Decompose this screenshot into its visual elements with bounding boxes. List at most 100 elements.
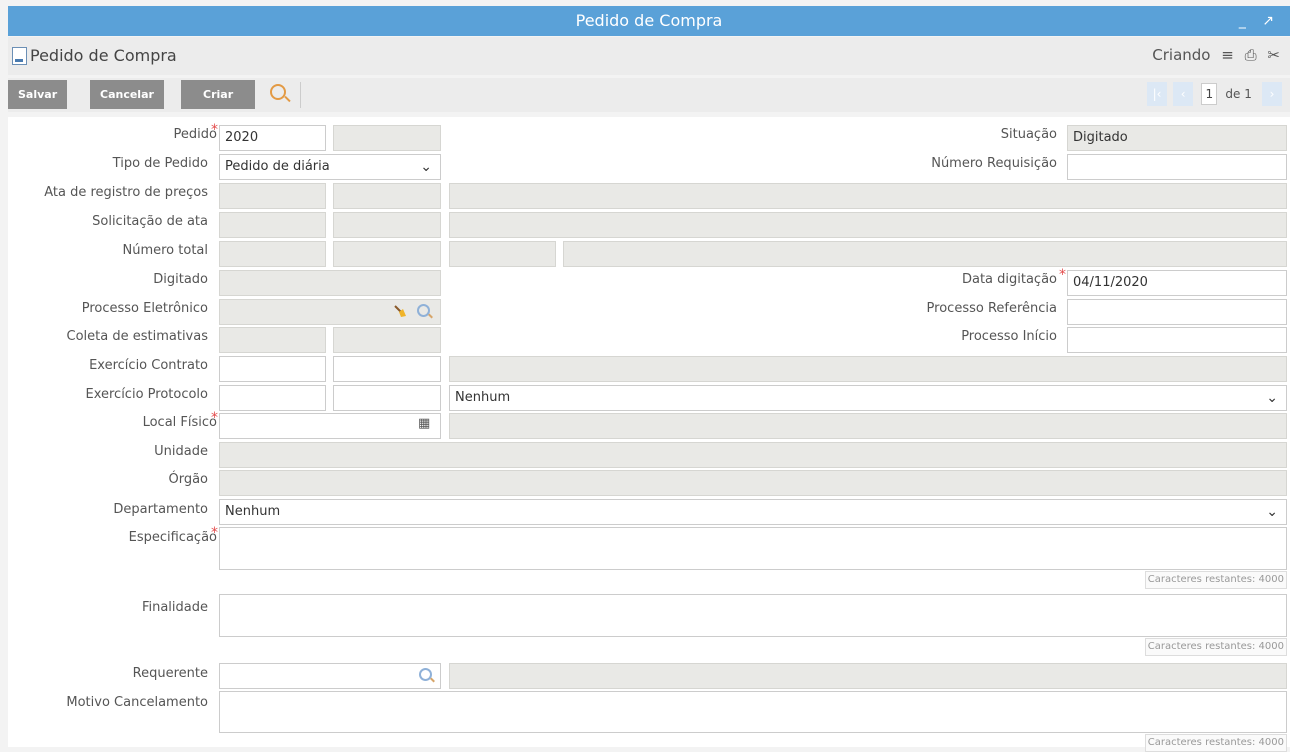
coleta-estimativas-field-1 xyxy=(219,327,326,353)
situacao-label: Situação xyxy=(1000,127,1057,142)
processo-referencia-input[interactable] xyxy=(1067,299,1287,325)
window-titlebar: Pedido de Compra _ ↗ xyxy=(8,6,1290,36)
processo-inicio-label: Processo Início xyxy=(961,329,1057,344)
tipo-pedido-select[interactable]: Pedido de diária ⌄ xyxy=(219,154,441,180)
ata-registro-description xyxy=(449,183,1287,209)
requerente-input[interactable] xyxy=(219,663,441,689)
header-actions: Criando ≡ ⎙ ✂ xyxy=(1146,46,1280,64)
required-marker: * xyxy=(211,525,218,541)
numero-requisicao-label: Número Requisição xyxy=(931,156,1057,171)
processo-referencia-label: Processo Referência xyxy=(926,301,1057,316)
orgao-label: Órgão xyxy=(168,472,208,487)
departamento-label: Departamento xyxy=(113,502,208,517)
purchase-order-form: Pedido * 2020 Situação Digitado Tipo de … xyxy=(8,117,1290,752)
required-marker: * xyxy=(211,122,218,138)
create-button[interactable]: Criar xyxy=(181,80,256,109)
numero-total-field-2 xyxy=(333,241,441,267)
digitado-label: Digitado xyxy=(153,272,208,287)
finalidade-label: Finalidade xyxy=(141,600,208,615)
chevron-down-icon: ⌄ xyxy=(1266,390,1278,406)
clear-icon[interactable] xyxy=(393,304,407,318)
motivo-cancelamento-char-counter: Caracteres restantes: 4000 xyxy=(1144,734,1287,752)
exercicio-contrato-input[interactable] xyxy=(219,356,326,382)
mode-status: Criando xyxy=(1152,46,1211,64)
prev-page-icon[interactable]: ‹ xyxy=(1173,82,1194,106)
contrato-description xyxy=(449,356,1287,382)
numero-total-field-3 xyxy=(449,241,556,267)
protocolo-number-input[interactable] xyxy=(333,385,441,411)
menu-icon[interactable]: ≡ xyxy=(1221,46,1234,64)
page-title: Pedido de Compra xyxy=(30,46,177,65)
motivo-cancelamento-textarea[interactable] xyxy=(219,691,1287,733)
coleta-estimativas-field-2 xyxy=(333,327,441,353)
window-title: Pedido de Compra xyxy=(575,11,723,30)
tools-icon[interactable]: ✂ xyxy=(1267,46,1280,64)
requerente-label: Requerente xyxy=(132,666,208,681)
ata-registro-field-2 xyxy=(333,183,441,209)
requerente-description xyxy=(449,663,1287,689)
finalidade-textarea[interactable] xyxy=(219,594,1287,637)
window-controls[interactable]: _ ↗ xyxy=(1239,6,1280,36)
processo-inicio-input[interactable] xyxy=(1067,327,1287,353)
solicitacao-ata-field-2 xyxy=(333,212,441,238)
situacao-field: Digitado xyxy=(1067,125,1287,151)
solicitacao-ata-label: Solicitação de ata xyxy=(92,214,208,229)
tipo-pedido-label: Tipo de Pedido xyxy=(112,156,208,171)
solicitacao-ata-field-1 xyxy=(219,212,326,238)
protocolo-select-value: Nenhum xyxy=(455,390,511,405)
numero-requisicao-input[interactable] xyxy=(1067,154,1287,180)
save-button[interactable]: Salvar xyxy=(8,80,68,109)
exercicio-protocolo-label: Exercício Protocolo xyxy=(85,387,208,402)
processo-eletronico-field xyxy=(219,299,441,325)
building-icon[interactable]: ▦ xyxy=(418,416,430,431)
departamento-select-value: Nenhum xyxy=(225,504,281,519)
finalidade-char-counter: Caracteres restantes: 4000 xyxy=(1144,638,1287,656)
search-icon[interactable] xyxy=(419,668,432,681)
exercicio-protocolo-input[interactable] xyxy=(219,385,326,411)
local-fisico-description xyxy=(449,413,1287,439)
unidade-field xyxy=(219,442,1287,468)
tipo-pedido-value: Pedido de diária xyxy=(225,159,330,174)
processo-eletronico-label: Processo Eletrônico xyxy=(81,301,208,316)
page-count: de 1 xyxy=(1225,87,1252,101)
chevron-down-icon: ⌄ xyxy=(420,159,432,175)
pedido-sequence-field xyxy=(333,125,441,151)
ata-registro-field-1 xyxy=(219,183,326,209)
digitado-field xyxy=(219,270,441,296)
search-icon[interactable] xyxy=(417,304,430,317)
departamento-select[interactable]: Nenhum ⌄ xyxy=(219,499,1287,525)
print-icon[interactable]: ⎙ xyxy=(1245,46,1257,64)
required-marker: * xyxy=(211,410,218,426)
data-digitacao-input[interactable]: 04/11/2020 xyxy=(1067,270,1287,296)
cancel-button[interactable]: Cancelar xyxy=(90,80,164,109)
search-icon[interactable] xyxy=(270,84,286,100)
local-fisico-label: Local Físico xyxy=(142,415,217,430)
local-fisico-input[interactable] xyxy=(219,413,441,439)
protocolo-select[interactable]: Nenhum ⌄ xyxy=(449,385,1287,411)
especificacao-char-counter: Caracteres restantes: 4000 xyxy=(1144,571,1287,589)
orgao-field xyxy=(219,470,1287,496)
chevron-down-icon: ⌄ xyxy=(1266,504,1278,520)
first-page-icon[interactable]: |‹ xyxy=(1146,82,1167,106)
numero-total-description xyxy=(563,241,1287,267)
motivo-cancelamento-label: Motivo Cancelamento xyxy=(66,695,208,710)
especificacao-textarea[interactable] xyxy=(219,527,1287,570)
unidade-label: Unidade xyxy=(154,444,208,459)
form-header: Pedido de Compra Criando ≡ ⎙ ✂ xyxy=(8,37,1290,75)
next-page-icon[interactable]: › xyxy=(1262,82,1282,106)
page-number-input[interactable]: 1 xyxy=(1201,83,1218,105)
ata-registro-label: Ata de registro de preços xyxy=(44,185,208,200)
solicitacao-ata-description xyxy=(449,212,1287,238)
numero-total-field-1 xyxy=(219,241,326,267)
required-marker: * xyxy=(1059,267,1066,283)
document-icon xyxy=(12,47,27,65)
data-digitacao-label: Data digitação xyxy=(961,272,1057,287)
exercicio-contrato-label: Exercício Contrato xyxy=(89,358,208,373)
numero-total-label: Número total xyxy=(122,243,209,258)
pedido-input[interactable]: 2020 xyxy=(219,125,326,151)
toolbar-divider xyxy=(300,82,301,108)
coleta-estimativas-label: Coleta de estimativas xyxy=(66,329,208,344)
pager: |‹ ‹ 1 de 1 › xyxy=(1145,82,1282,108)
contrato-number-input[interactable] xyxy=(333,356,441,382)
especificacao-label: Especificação xyxy=(128,530,217,545)
